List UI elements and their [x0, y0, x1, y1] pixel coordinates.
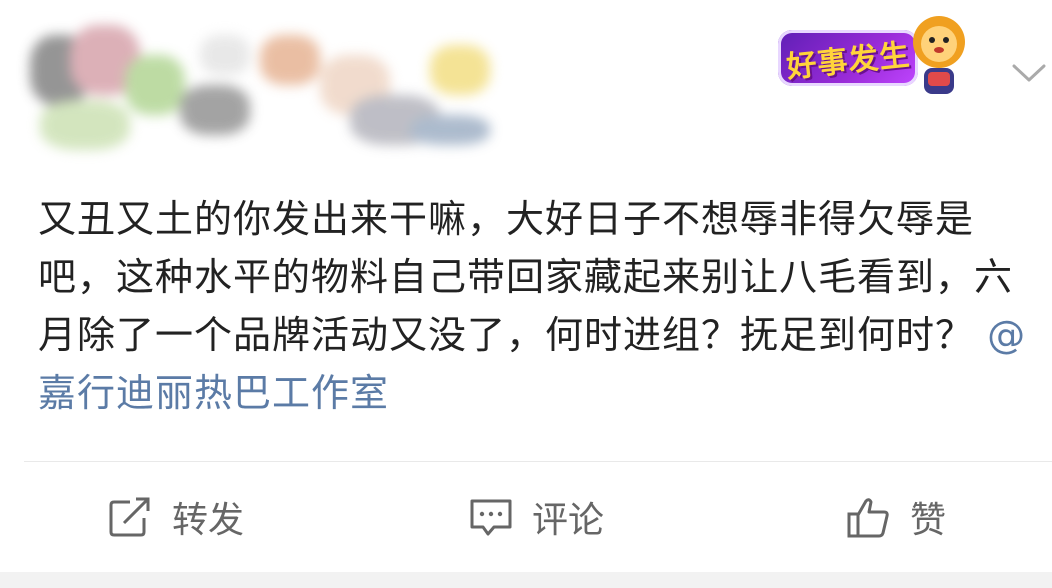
repost-button[interactable]: 转发	[108, 462, 244, 572]
comment-label: 评论	[532, 500, 605, 541]
comment-button[interactable]: 评论	[468, 462, 604, 572]
chevron-down-icon[interactable]	[1010, 58, 1048, 88]
badge-label: 好事发生	[784, 37, 912, 86]
repost-icon	[109, 497, 150, 537]
post-body-text: 又丑又土的你发出来干嘛，大好日子不想辱非得欠辱是吧，这种水平的物料自己带回家藏起…	[38, 197, 1014, 357]
bottom-separator	[0, 572, 1052, 588]
post-header: 好事发生	[0, 0, 1052, 185]
blurred-user-info	[30, 15, 510, 165]
good-things-badge[interactable]: 好事发生	[778, 12, 968, 98]
like-button[interactable]: 赞	[846, 462, 946, 572]
thumbs-up-icon	[847, 498, 889, 538]
like-label: 赞	[910, 500, 947, 541]
action-bar: 转发 评论 赞	[0, 462, 1052, 572]
post-content: 又丑又土的你发出来干嘛，大好日子不想辱非得欠辱是吧，这种水平的物料自己带回家藏起…	[38, 190, 1028, 422]
badge-pill: 好事发生	[778, 30, 918, 86]
lion-mascot-icon	[913, 16, 965, 94]
repost-label: 转发	[172, 500, 245, 541]
comment-icon	[470, 499, 512, 536]
